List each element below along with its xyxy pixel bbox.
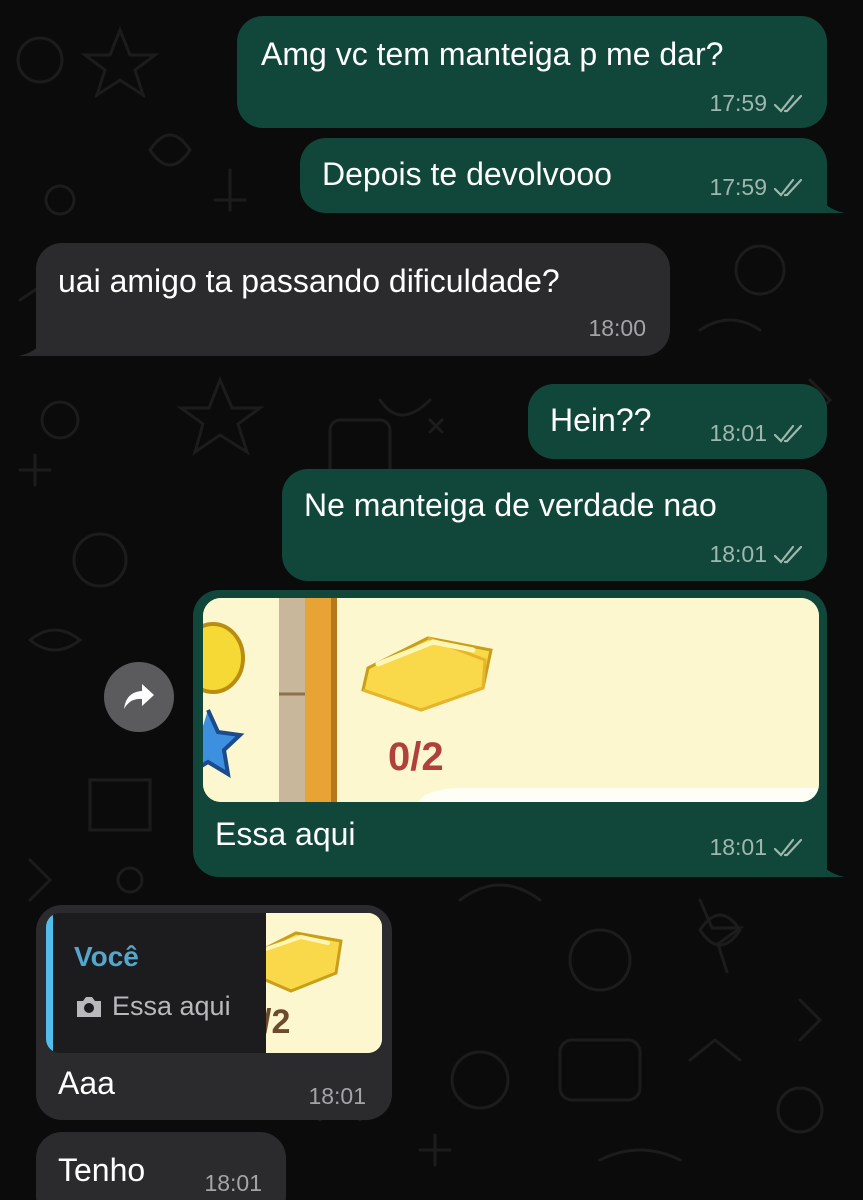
double-check-icon bbox=[773, 545, 803, 564]
message-meta: 18:01 bbox=[709, 420, 805, 447]
message-text: Hein?? bbox=[550, 402, 652, 438]
message-bubble-outgoing[interactable]: Hein?? 18:01 bbox=[528, 384, 827, 459]
thumb-counter: /2 bbox=[266, 1003, 290, 1041]
quote-preview: Essa aqui bbox=[74, 991, 231, 1022]
message-meta: 18:01 bbox=[204, 1170, 262, 1197]
message-text: uai amigo ta passando dificuldade? bbox=[58, 263, 560, 299]
message-text: Essa aqui bbox=[215, 816, 356, 852]
message-bubble-outgoing[interactable]: Ne manteiga de verdade nao 18:01 bbox=[282, 469, 827, 581]
quote-thumbnail: /2 bbox=[266, 913, 382, 1053]
message-time: 18:01 bbox=[204, 1170, 262, 1196]
message-bubble-outgoing[interactable]: Amg vc tem manteiga p me dar? 17:59 bbox=[237, 16, 827, 128]
camera-icon bbox=[77, 996, 101, 1017]
double-check-icon bbox=[773, 424, 803, 443]
message-bubble-incoming[interactable]: uai amigo ta passando dificuldade? 18:00 bbox=[18, 243, 670, 356]
message-text: Aaa bbox=[58, 1065, 115, 1101]
message-image[interactable]: 0/2 bbox=[203, 598, 819, 802]
message-meta: 18:01 bbox=[709, 834, 805, 861]
quoted-message[interactable]: Você Essa aqui /2 bbox=[46, 913, 382, 1053]
double-check-icon bbox=[773, 838, 803, 857]
message-time: 18:01 bbox=[709, 420, 767, 446]
bubble-tail bbox=[817, 191, 845, 213]
double-check-icon bbox=[773, 178, 803, 197]
message-time: 18:01 bbox=[308, 1083, 366, 1109]
message-meta: 17:59 bbox=[709, 90, 805, 117]
image-counter: 0/2 bbox=[388, 735, 444, 779]
quote-text: Essa aqui bbox=[112, 991, 231, 1021]
message-bubble-incoming-reply[interactable]: Você Essa aqui /2 Aaa 18:01 bbox=[36, 905, 392, 1120]
quote-author: Você bbox=[74, 941, 139, 972]
forward-arrow-icon bbox=[124, 684, 154, 709]
message-meta: 17:59 bbox=[709, 174, 805, 201]
message-meta: 18:01 bbox=[308, 1083, 366, 1110]
message-meta: 18:00 bbox=[588, 315, 646, 342]
message-bubble-outgoing-image[interactable]: 0/2 Essa aqui 18:01 bbox=[193, 590, 845, 877]
message-meta: 18:01 bbox=[709, 541, 805, 568]
butter-game-image: 0/2 bbox=[203, 598, 819, 802]
double-check-icon bbox=[773, 94, 803, 113]
bubble-tail bbox=[817, 855, 845, 877]
message-text: Ne manteiga de verdade nao bbox=[304, 487, 717, 523]
message-text: Depois te devolvooo bbox=[322, 156, 612, 192]
message-bubble-outgoing[interactable]: Depois te devolvooo 17:59 bbox=[300, 138, 845, 213]
message-time: 18:00 bbox=[588, 315, 646, 341]
bubble-tail bbox=[18, 334, 46, 356]
message-time: 17:59 bbox=[709, 174, 767, 200]
message-bubble-incoming[interactable]: Tenho 18:01 bbox=[36, 1132, 286, 1200]
message-text: Amg vc tem manteiga p me dar? bbox=[261, 36, 724, 72]
forward-button[interactable] bbox=[104, 662, 174, 732]
message-time: 18:01 bbox=[709, 541, 767, 567]
message-time: 17:59 bbox=[709, 90, 767, 116]
quote-accent-bar bbox=[46, 913, 53, 1053]
message-time: 18:01 bbox=[709, 834, 767, 860]
message-text: Tenho bbox=[58, 1152, 146, 1188]
